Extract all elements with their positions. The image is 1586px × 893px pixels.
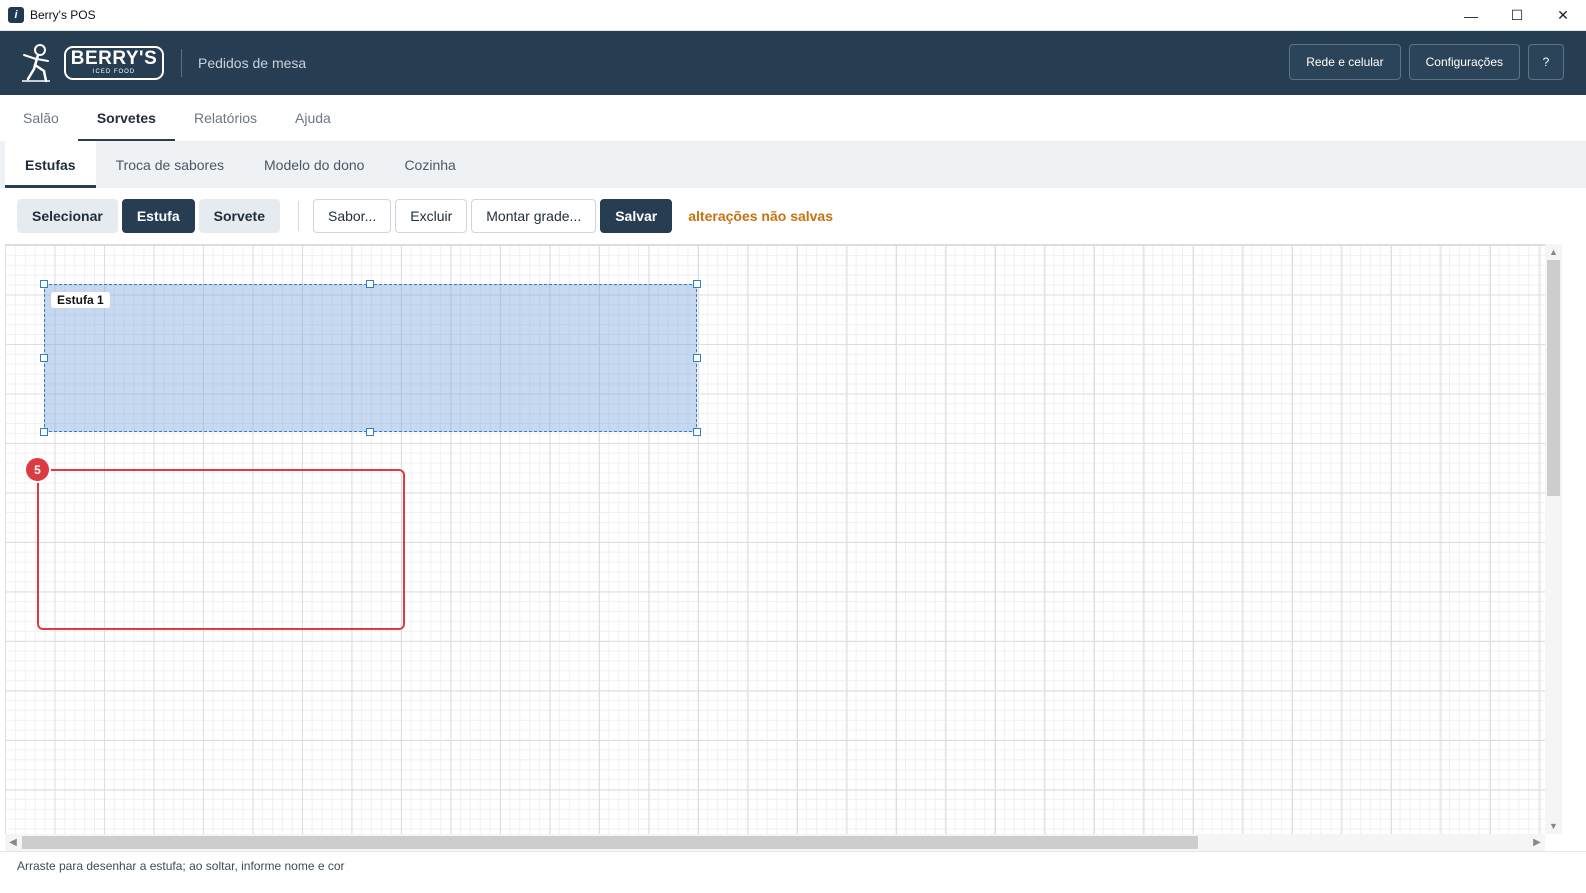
network-button[interactable]: Rede e celular <box>1289 44 1401 80</box>
scroll-left-icon[interactable]: ◀ <box>5 834 21 851</box>
bottom-edge <box>0 880 1586 893</box>
header-subtitle: Pedidos de mesa <box>198 55 307 71</box>
estufa-box[interactable]: Estufa 1 <box>44 284 697 432</box>
logo-wordmark: BERRY'S ICED FOOD <box>64 46 164 80</box>
horizontal-scrollbar[interactable]: ◀ ▶ <box>5 834 1545 851</box>
subtab-troca-de-sabores[interactable]: Troca de sabores <box>96 141 244 188</box>
maximize-button[interactable]: ☐ <box>1494 0 1540 31</box>
minimize-button[interactable]: — <box>1448 0 1494 31</box>
save-button[interactable]: Salvar <box>600 198 673 233</box>
subtab-cozinha[interactable]: Cozinha <box>384 141 475 188</box>
flavor-button[interactable]: Sabor... <box>312 198 392 233</box>
resize-handle-bottom[interactable] <box>366 428 374 436</box>
settings-button[interactable]: Configurações <box>1408 44 1520 80</box>
title-bar: i Berry's POS — ☐ ✕ <box>0 0 1586 31</box>
scroll-down-icon[interactable]: ▼ <box>1545 818 1562 834</box>
app-icon: i <box>8 7 24 23</box>
sorvete-mode-button[interactable]: Sorvete <box>198 198 280 233</box>
right-gutter <box>1562 244 1586 851</box>
vertical-scroll-thumb[interactable] <box>1547 260 1560 496</box>
editor-toolbar: Selecionar Estufa Sorvete Sabor... Exclu… <box>0 188 1586 243</box>
header-actions: Rede e celular Configurações ? <box>1289 44 1564 80</box>
help-button[interactable]: ? <box>1528 44 1564 80</box>
select-mode-button[interactable]: Selecionar <box>17 198 118 233</box>
scroll-right-icon[interactable]: ▶ <box>1529 834 1545 851</box>
close-button[interactable]: ✕ <box>1540 0 1586 31</box>
layout-canvas[interactable]: Estufa 1 5 <box>5 244 1545 834</box>
status-text: Arraste para desenhar a estufa; ao solta… <box>17 859 345 873</box>
brand-logo: BERRY'S ICED FOOD <box>16 41 164 85</box>
unsaved-changes-indicator: alterações não salvas <box>688 207 834 224</box>
subtab-estufas[interactable]: Estufas <box>5 141 96 188</box>
resize-handle-top[interactable] <box>366 280 374 288</box>
tab-relatorios[interactable]: Relatórios <box>175 95 276 141</box>
horizontal-scroll-thumb[interactable] <box>22 836 1198 849</box>
resize-handle-top-left[interactable] <box>40 280 48 288</box>
resize-handle-bottom-left[interactable] <box>40 428 48 436</box>
toolbar-divider <box>297 200 299 231</box>
resize-handle-left[interactable] <box>40 354 48 362</box>
tab-sorvetes[interactable]: Sorvetes <box>77 95 176 141</box>
subtab-modelo-do-dono[interactable]: Modelo do dono <box>244 141 384 188</box>
estufa-mode-button[interactable]: Estufa <box>121 198 195 233</box>
tab-salao[interactable]: Salão <box>4 95 78 141</box>
delete-button[interactable]: Excluir <box>395 198 468 233</box>
resize-handle-right[interactable] <box>693 354 701 362</box>
window-controls: — ☐ ✕ <box>1448 0 1586 31</box>
draft-badge: 5 <box>24 456 51 483</box>
resize-handle-top-right[interactable] <box>693 280 701 288</box>
vertical-scrollbar[interactable]: ▲ ▼ <box>1545 244 1562 834</box>
mascot-icon <box>22 44 50 83</box>
status-bar: Arraste para desenhar a estufa; ao solta… <box>0 851 1586 880</box>
draft-estufa-outline[interactable] <box>37 469 405 630</box>
main-tabs: Salão Sorvetes Relatórios Ajuda <box>0 95 1586 141</box>
resize-handle-bottom-right[interactable] <box>693 428 701 436</box>
sub-tabs: Estufas Troca de sabores Modelo do dono … <box>0 141 1586 188</box>
estufa-label: Estufa 1 <box>51 292 110 308</box>
tab-ajuda[interactable]: Ajuda <box>276 95 350 141</box>
scroll-up-icon[interactable]: ▲ <box>1545 244 1562 260</box>
window-title: Berry's POS <box>30 8 96 22</box>
header-divider <box>181 49 182 77</box>
build-grid-button[interactable]: Montar grade... <box>471 198 597 233</box>
app-header: BERRY'S ICED FOOD Pedidos de mesa Rede e… <box>0 31 1586 95</box>
